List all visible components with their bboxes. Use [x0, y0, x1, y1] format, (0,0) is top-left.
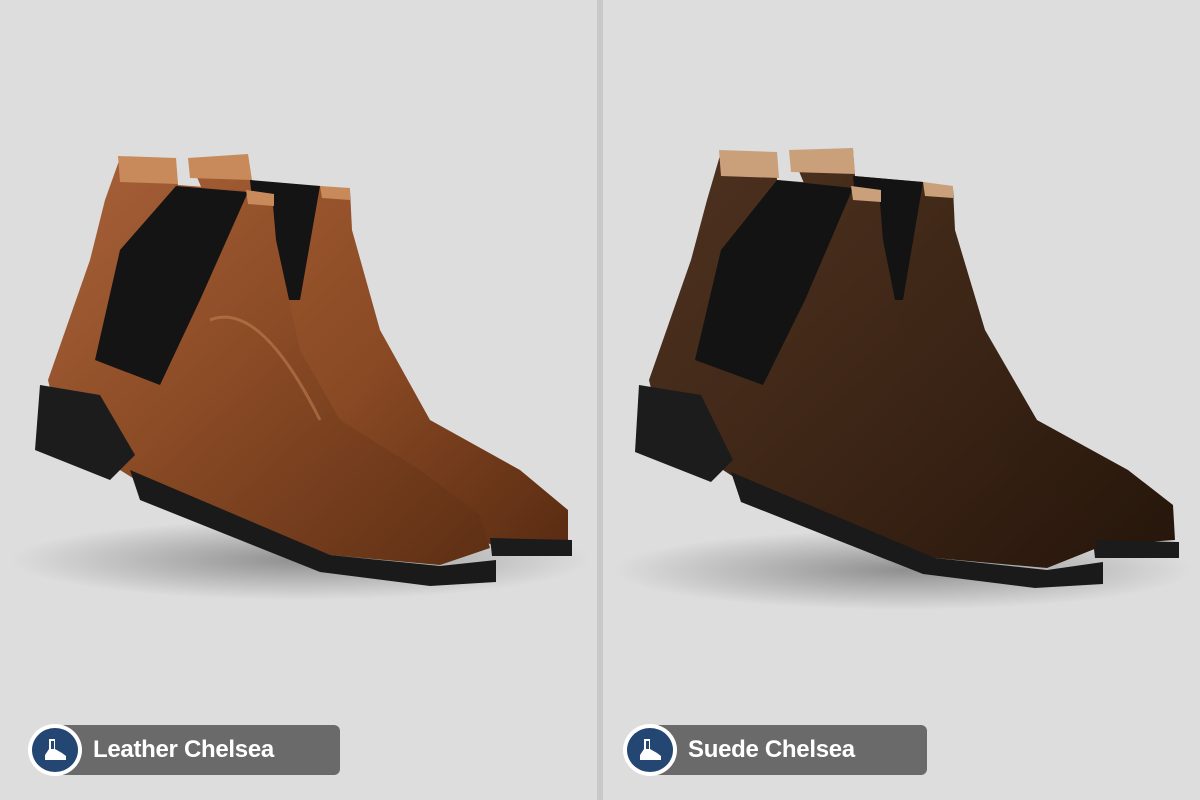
suede-chelsea-boots-image: [613, 148, 1193, 610]
label-pill: Leather Chelsea: [56, 725, 340, 775]
leather-chelsea-boots-image: [10, 154, 590, 600]
leather-chelsea-panel: Leather Chelsea: [0, 0, 597, 800]
badge: [28, 724, 82, 776]
badge: [623, 724, 677, 776]
label-pill: Suede Chelsea: [651, 725, 927, 775]
panel-label: Leather Chelsea: [93, 736, 274, 763]
suede-chelsea-panel: Suede Chelsea: [603, 0, 1200, 800]
chelsea-boot-icon: [32, 728, 78, 772]
comparison-image: Leather Chelsea Suede Chelsea: [0, 0, 1200, 800]
chelsea-boot-icon: [627, 728, 673, 772]
panel-label: Suede Chelsea: [688, 736, 855, 763]
